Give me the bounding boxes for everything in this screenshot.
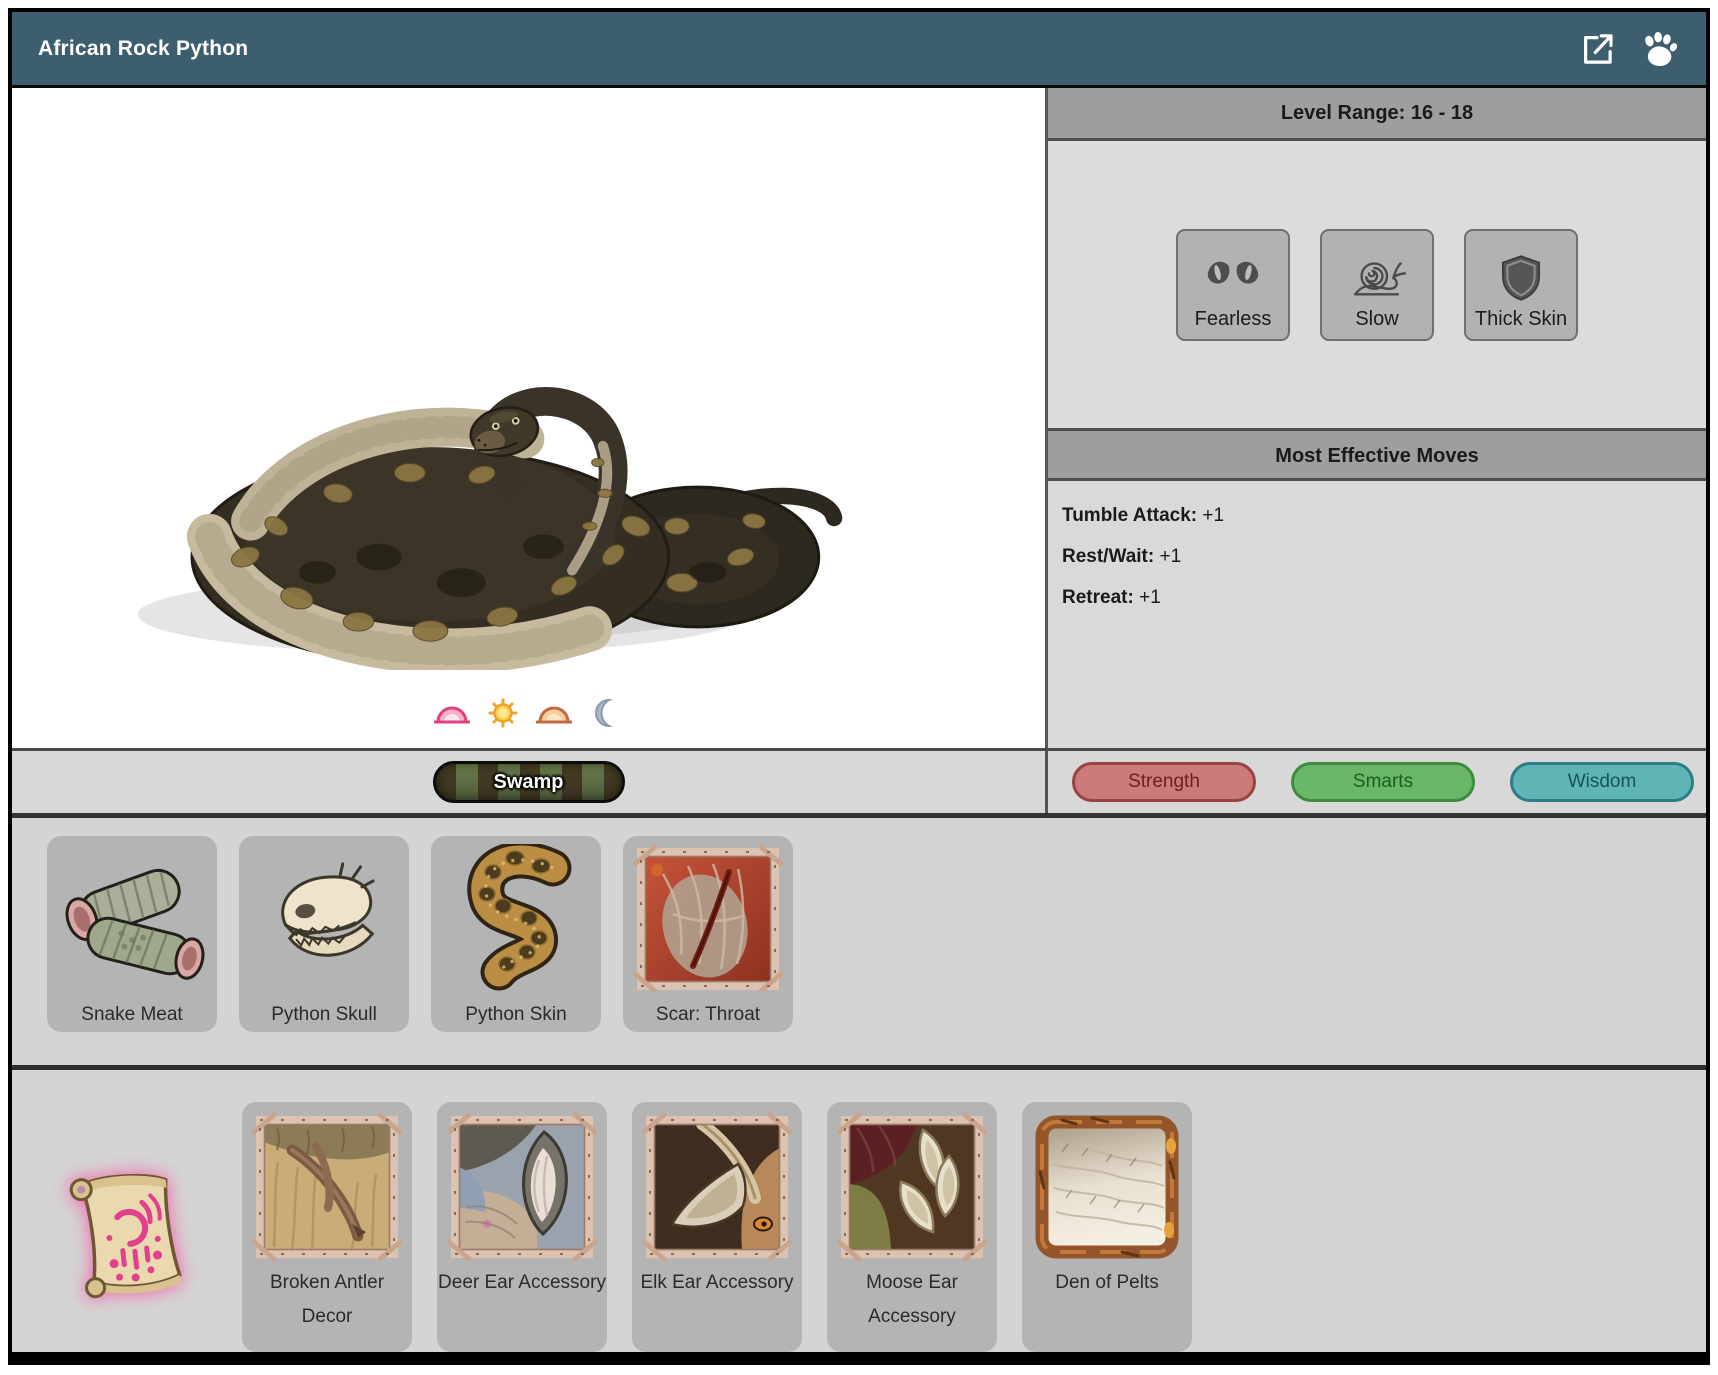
item-label: Python Skin (465, 1004, 567, 1025)
drops-section: Snake Meat Python Skull Python Skin Scar… (12, 818, 1706, 1070)
external-link-icon[interactable] (1576, 28, 1618, 70)
drop-python-skin[interactable]: Python Skin (431, 836, 601, 1032)
paw-icon[interactable] (1638, 28, 1680, 70)
biome-swamp-button[interactable]: Swamp (432, 761, 625, 803)
info-panel: Level Range: 16 - 18 Fearless Slow Thick… (1048, 88, 1706, 748)
moose-ear-accessory-image (837, 1112, 987, 1262)
move-name: Retreat: (1062, 587, 1134, 608)
item-label: Den of Pelts (1055, 1272, 1159, 1293)
african-rock-python-image (137, 387, 843, 670)
move-value: +1 (1202, 505, 1225, 526)
move-value: +1 (1159, 546, 1182, 567)
trait-thick-skin-button[interactable]: Thick Skin (1464, 229, 1578, 341)
trait-label: Slow (1355, 308, 1399, 330)
item-label: Moose Ear Accessory (866, 1272, 958, 1327)
craft-broken-antler-decor[interactable]: Broken Antler Decor (242, 1102, 412, 1352)
wisdom-pill[interactable]: Wisdom (1510, 762, 1694, 802)
biome-stats-row: Swamp Strength Smarts Wisdom (12, 748, 1706, 818)
broken-antler-decor-image (252, 1112, 402, 1262)
level-range-header: Level Range: 16 - 18 (1048, 88, 1706, 141)
dusk-icon (536, 706, 572, 724)
title-bar: African Rock Python (12, 12, 1706, 88)
python-skin-image (467, 844, 572, 991)
item-label: Snake Meat (81, 1004, 183, 1025)
move-value: +1 (1139, 587, 1161, 608)
active-times-row (12, 698, 1045, 728)
item-label: Elk Ear Accessory (640, 1272, 794, 1293)
drop-snake-meat[interactable]: Snake Meat (47, 836, 217, 1032)
trait-slow-button[interactable]: Slow (1320, 229, 1434, 341)
move-name: Rest/Wait: (1062, 546, 1155, 567)
moves-list: Tumble Attack: +1 Rest/Wait: +1 Retreat:… (1048, 481, 1706, 748)
move-row: Tumble Attack: +1 (1062, 505, 1706, 527)
main-row: Level Range: 16 - 18 Fearless Slow Thick… (12, 88, 1706, 748)
cat-eyes-icon (1207, 261, 1259, 284)
drop-scar-throat[interactable]: Scar: Throat (623, 836, 793, 1032)
biome-label: Swamp (493, 770, 564, 793)
shield-icon (1501, 255, 1541, 301)
python-skull-image (281, 862, 375, 957)
craft-elk-ear-accessory[interactable]: Elk Ear Accessory (632, 1102, 802, 1352)
trait-fearless-button[interactable]: Fearless (1176, 229, 1290, 341)
move-name: Tumble Attack: (1062, 505, 1198, 526)
drop-python-skull[interactable]: Python Skull (239, 836, 409, 1032)
scar-throat-image (633, 844, 783, 994)
item-label: Deer Ear Accessory (438, 1272, 606, 1293)
craftables-section: Broken Antler Decor Deer Ear Accessory E… (12, 1070, 1706, 1352)
day-icon (488, 698, 518, 728)
craft-moose-ear-accessory[interactable]: Moose Ear Accessory (827, 1102, 997, 1352)
stats-cell: Strength Smarts Wisdom (1048, 751, 1706, 813)
most-effective-moves-header: Most Effective Moves (1048, 428, 1706, 481)
snake-meat-image (65, 868, 205, 980)
dawn-icon (434, 706, 470, 724)
den-of-pelts-image (1035, 1115, 1179, 1259)
traits-area: Fearless Slow Thick Skin (1048, 141, 1706, 428)
item-label: Python Skull (271, 1004, 377, 1025)
item-label: Scar: Throat (655, 1004, 761, 1025)
move-row: Rest/Wait: +1 (1062, 546, 1706, 568)
recipe-cell (39, 1070, 217, 1308)
item-label: Broken Antler Decor (269, 1272, 385, 1327)
creature-stage (12, 88, 1048, 748)
craft-deer-ear-accessory[interactable]: Deer Ear Accessory (437, 1102, 607, 1352)
move-row: Retreat: +1 (1062, 587, 1706, 609)
trait-label: Thick Skin (1474, 308, 1568, 330)
craft-den-of-pelts[interactable]: Den of Pelts (1022, 1102, 1192, 1352)
biome-cell: Swamp (12, 751, 1048, 813)
trait-label: Fearless (1194, 308, 1272, 330)
page-title: African Rock Python (38, 36, 249, 60)
night-icon (595, 698, 613, 728)
strength-pill[interactable]: Strength (1072, 762, 1256, 802)
glowing-scroll-icon[interactable] (59, 1158, 197, 1308)
elk-ear-accessory-image (642, 1112, 792, 1262)
deer-ear-accessory-image (447, 1112, 597, 1262)
smarts-pill[interactable]: Smarts (1291, 762, 1475, 802)
snail-icon (1354, 262, 1406, 296)
creature-page: African Rock Python Level Range: 16 - 18… (8, 8, 1710, 1365)
